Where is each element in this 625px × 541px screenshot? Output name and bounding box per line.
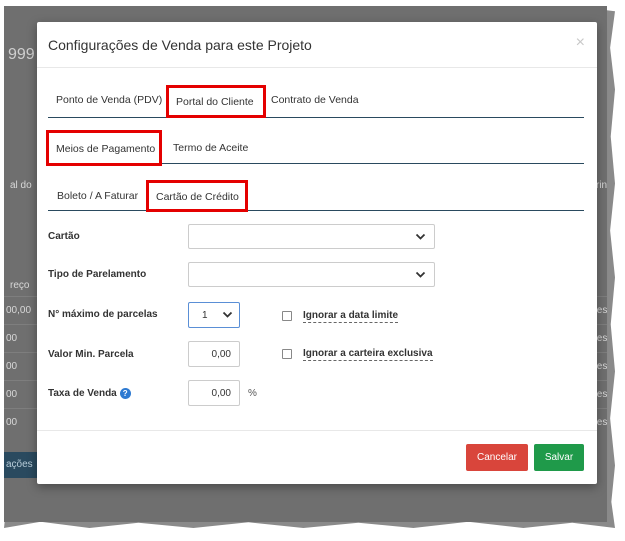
- valor-min-label: Valor Min. Parcela: [48, 349, 134, 360]
- tab-portal-do-cliente[interactable]: Portal do Cliente: [166, 85, 266, 118]
- modal-footer: Cancelar Salvar: [37, 430, 597, 484]
- max-parcelas-select[interactable]: 1: [188, 302, 240, 328]
- modal-header: Configurações de Venda para este Projeto…: [37, 22, 597, 68]
- tipo-parcelamento-label: Tipo de Parelamento: [48, 269, 147, 280]
- max-parcelas-value: 1: [202, 310, 208, 321]
- chevron-down-icon: [415, 231, 426, 245]
- background-col-header-left: al do: [10, 180, 32, 191]
- background-row-left: 00,00: [6, 305, 32, 316]
- background-price-header: reço: [10, 280, 30, 291]
- taxa-venda-label: Taxa de Venda: [48, 388, 117, 399]
- ignorar-data-checkbox[interactable]: [282, 311, 292, 321]
- background-row-left: 00: [6, 417, 18, 428]
- taxa-venda-input[interactable]: 0,00: [188, 380, 240, 406]
- close-icon[interactable]: ×: [576, 34, 585, 52]
- question-circle-icon[interactable]: ?: [119, 388, 131, 399]
- tabs-level3: Boleto / A Faturar: [48, 185, 584, 211]
- tabs-level1: Ponto de Venda (PDV) Contrato de Venda: [48, 92, 584, 118]
- ignorar-carteira-label[interactable]: Ignorar a carteira exclusiva: [303, 348, 433, 361]
- tab-termo-de-aceite[interactable]: Termo de Aceite: [173, 142, 248, 154]
- tab-cartao-de-credito[interactable]: Cartão de Crédito: [146, 180, 248, 212]
- max-parcelas-label: N° máximo de parcelas: [48, 309, 158, 320]
- taxa-percent-suffix: %: [248, 388, 257, 399]
- ignorar-data-label[interactable]: Ignorar a data limite: [303, 310, 399, 323]
- tab-meios-de-pagamento[interactable]: Meios de Pagamento: [46, 130, 162, 166]
- background-row-left: 00: [6, 333, 18, 344]
- background-row-left: 00: [6, 389, 18, 400]
- tipo-parcelamento-select[interactable]: [188, 262, 435, 287]
- chevron-down-icon: [222, 309, 233, 323]
- tab-portal-do-cliente-label: Portal do Cliente: [176, 96, 254, 108]
- cartao-label: Cartão: [48, 231, 80, 242]
- tab-contrato-de-venda[interactable]: Contrato de Venda: [271, 94, 359, 106]
- tab-boleto[interactable]: Boleto / A Faturar: [57, 190, 138, 202]
- cartao-select[interactable]: [188, 224, 435, 249]
- tab-meios-de-pagamento-label: Meios de Pagamento: [56, 143, 156, 155]
- background-col-header-right: rin: [596, 180, 607, 191]
- modal-title: Configurações de Venda para este Projeto: [48, 37, 312, 53]
- tab-cartao-de-credito-label: Cartão de Crédito: [156, 191, 239, 203]
- ignorar-carteira-checkbox[interactable]: [282, 349, 292, 359]
- save-button[interactable]: Salvar: [534, 444, 584, 471]
- taxa-venda-label-group: Taxa de Venda?: [48, 388, 131, 399]
- valor-min-input[interactable]: 0,00: [188, 341, 240, 367]
- tab-ponto-de-venda[interactable]: Ponto de Venda (PDV): [56, 94, 162, 106]
- chevron-down-icon: [415, 269, 426, 283]
- settings-modal: Configurações de Venda para este Projeto…: [37, 22, 597, 484]
- background-row-left: 00: [6, 361, 18, 372]
- background-title-fragment: 999: [8, 46, 35, 63]
- cancel-button[interactable]: Cancelar: [466, 444, 528, 471]
